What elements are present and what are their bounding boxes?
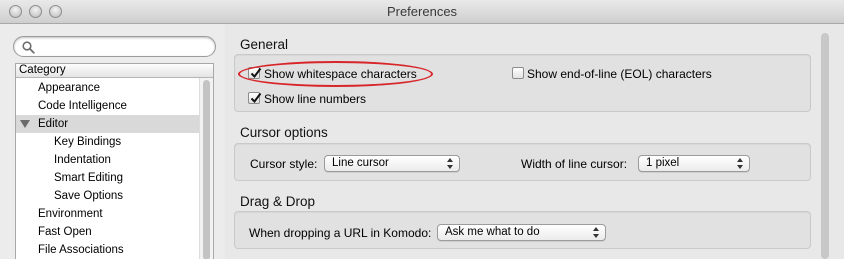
title-bar: Preferences <box>0 0 844 24</box>
sidebar-item-environment[interactable]: Environment <box>16 205 200 223</box>
sidebar-item-label: Code Intelligence <box>38 100 127 112</box>
sidebar-item-label: Save Options <box>54 190 124 202</box>
sidebar-item-file-associations[interactable]: File Associations <box>16 241 200 259</box>
window-title: Preferences <box>386 4 458 19</box>
cursor-width-select[interactable]: 1 pixel <box>638 155 750 172</box>
sidebar-item-label: Key Bindings <box>54 136 122 148</box>
sidebar-item-indentation[interactable]: Indentation <box>16 151 200 169</box>
sidebar-item-label: Environment <box>38 208 103 220</box>
sidebar-item-fast-open[interactable]: Fast Open <box>16 223 200 241</box>
sidebar-item-label: Editor <box>38 118 69 130</box>
url-drop-select[interactable]: Ask me what to do <box>437 224 606 241</box>
sidebar-item-code-intelligence[interactable]: Code Intelligence <box>16 97 200 115</box>
checkmark-icon <box>250 92 262 104</box>
cursor-width-label: Width of line cursor: <box>521 157 628 171</box>
search-field[interactable] <box>13 36 216 57</box>
main-scroll-thumb[interactable] <box>821 33 829 259</box>
chevron-up-down-icon <box>447 158 453 169</box>
cursor-options-group: Cursor style: Line cursor Width of line … <box>234 143 811 181</box>
sidebar-item-save-options[interactable]: Save Options <box>16 187 200 205</box>
cursor-style-value: Line cursor <box>332 157 389 169</box>
show-line-numbers-checkbox[interactable] <box>248 92 262 104</box>
chevron-up-down-icon <box>737 158 743 169</box>
search-icon <box>22 41 35 54</box>
sidebar-item-smart-editing[interactable]: Smart Editing <box>16 169 200 187</box>
sidebar-item-label: Indentation <box>54 154 111 166</box>
chevron-up-down-icon <box>593 227 599 238</box>
category-tree: Category Appearance Code Intelligence Ed… <box>15 63 214 259</box>
highlight-annotation <box>238 61 433 87</box>
cursor-style-label: Cursor style: <box>250 157 318 171</box>
preferences-panel: General Show whitespace characters Show … <box>225 24 844 259</box>
sidebar-scrollbar[interactable] <box>199 78 213 259</box>
disclosure-triangle-icon[interactable] <box>20 120 30 128</box>
general-heading: General <box>240 37 289 52</box>
sidebar-item-editor[interactable]: Editor <box>16 115 200 133</box>
sidebar-item-label: Smart Editing <box>54 172 124 184</box>
sidebar-item-key-bindings[interactable]: Key Bindings <box>16 133 200 151</box>
cursor-width-value: 1 pixel <box>646 157 680 169</box>
cursor-options-heading: Cursor options <box>240 125 328 140</box>
sidebar-item-appearance[interactable]: Appearance <box>16 79 200 97</box>
sidebar-item-label: Fast Open <box>38 226 92 238</box>
url-drop-value: Ask me what to do <box>445 226 540 238</box>
category-header[interactable]: Category <box>16 64 213 78</box>
sidebar-scroll-thumb[interactable] <box>203 80 210 259</box>
drag-drop-heading: Drag & Drop <box>240 194 316 209</box>
sidebar: Category Appearance Code Intelligence Ed… <box>0 24 225 259</box>
show-eol-checkbox[interactable] <box>512 67 524 79</box>
url-drop-label: When dropping a URL in Komodo: <box>249 226 432 240</box>
sidebar-item-label: Appearance <box>38 82 101 94</box>
sidebar-item-label: File Associations <box>38 244 124 256</box>
show-eol-label[interactable]: Show end-of-line (EOL) characters <box>527 67 712 81</box>
show-line-numbers-label[interactable]: Show line numbers <box>264 92 366 106</box>
cursor-style-select[interactable]: Line cursor <box>324 155 460 172</box>
main-scrollbar[interactable] <box>819 27 833 259</box>
drag-drop-group: When dropping a URL in Komodo: Ask me wh… <box>234 211 811 249</box>
